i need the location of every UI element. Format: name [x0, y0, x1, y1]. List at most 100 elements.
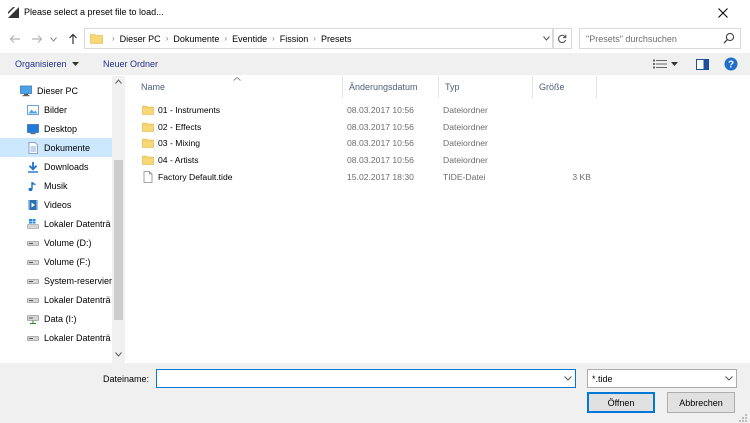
- file-row-02-effects[interactable]: 02 - Effects 08.03.2017 10:56 Dateiordner: [125, 119, 750, 135]
- app-icon: [7, 6, 20, 19]
- address-dropdown-button[interactable]: [540, 28, 554, 49]
- chevron-right-icon[interactable]: ›: [166, 34, 169, 43]
- sidebar-item-label: Lokaler Datenträ: [44, 332, 111, 343]
- chevron-down-icon: [49, 36, 57, 42]
- file-name: Factory Default.tide: [158, 171, 233, 182]
- search-box[interactable]: [579, 28, 741, 49]
- file-type: Dateiordner: [443, 155, 488, 166]
- change-view-button[interactable]: [648, 56, 682, 72]
- sidebar-item-system-reservier-10[interactable]: System-reservier: [0, 271, 112, 290]
- file-date: 15.02.2017 18:30: [347, 171, 414, 182]
- sidebar-scrollbar-thumb[interactable]: [114, 160, 123, 320]
- file-row-03-mixing[interactable]: 03 - Mixing 08.03.2017 10:56 Dateiordner: [125, 135, 750, 151]
- sidebar-item-data-i-12[interactable]: Data (I:): [0, 309, 112, 328]
- chevron-right-icon[interactable]: ›: [313, 34, 316, 43]
- back-button[interactable]: [6, 29, 24, 49]
- filename-input[interactable]: [157, 370, 557, 387]
- arrow-up-icon: [68, 33, 78, 45]
- help-button[interactable]: ?: [722, 56, 740, 72]
- filename-label: Dateiname:: [103, 374, 150, 384]
- file-type-select[interactable]: *.tide: [587, 369, 737, 388]
- sidebar-item-bilder[interactable]: Bilder: [0, 100, 112, 119]
- sidebar-item-label: Dieser PC: [37, 85, 79, 96]
- sidebar-scrollbar[interactable]: [112, 76, 125, 363]
- file-row-factory-default-tide[interactable]: Factory Default.tide 15.02.2017 18:30 TIDE…: [125, 169, 750, 185]
- caret-down-icon: [71, 62, 79, 66]
- column-header-type[interactable]: Typ: [439, 76, 533, 98]
- up-button[interactable]: [64, 29, 82, 49]
- close-button[interactable]: [700, 0, 746, 26]
- refresh-button[interactable]: [553, 28, 572, 49]
- column-header-date[interactable]: Änderungsdatum: [343, 76, 439, 98]
- sidebar-item-lokaler-datentra-7[interactable]: Lokaler Datenträ: [0, 214, 112, 233]
- sidebar-item-volume-d-8[interactable]: Volume (D:): [0, 233, 112, 252]
- download-icon: [27, 161, 39, 173]
- file-name: 01 - Instruments: [158, 105, 221, 115]
- sidebar-item-videos[interactable]: Videos: [0, 195, 112, 214]
- file-size: 3 KB: [572, 171, 591, 182]
- forward-button[interactable]: [28, 29, 46, 49]
- sidebar-item-label: Musik: [44, 180, 68, 191]
- file-list: Name Änderungsdatum Typ Größe 01 - Instr…: [125, 76, 750, 363]
- breadcrumb-item-presets[interactable]: Presets: [321, 34, 352, 44]
- sidebar-item-label: Downloads: [44, 161, 89, 172]
- breadcrumb-item-dieser-pc[interactable]: Dieser PC: [120, 34, 161, 44]
- file-name: 04 - Artists: [158, 155, 199, 166]
- sidebar-item-lokaler-datentra-11[interactable]: Lokaler Datenträ: [0, 290, 112, 309]
- open-button[interactable]: Öffnen: [587, 392, 655, 413]
- new-folder-button[interactable]: Neuer Ordner: [97, 53, 164, 75]
- file-date: 08.03.2017 10:56: [347, 138, 414, 149]
- cancel-button[interactable]: Abbrechen: [667, 392, 735, 413]
- file-row-01-instruments[interactable]: 01 - Instruments 08.03.2017 10:56 Dateiord…: [125, 102, 750, 118]
- scroll-down-icon[interactable]: [115, 352, 122, 357]
- sidebar-item-desktop[interactable]: Desktop: [0, 119, 112, 138]
- file-type: Dateiordner: [443, 138, 488, 149]
- resize-grip-icon[interactable]: [738, 413, 748, 423]
- column-header-size[interactable]: Größe: [533, 76, 597, 98]
- file-row-04-artists[interactable]: 04 - Artists 08.03.2017 10:56 Dateiordner: [125, 152, 750, 168]
- file-name: 03 - Mixing: [158, 138, 201, 149]
- file-size: [537, 102, 591, 118]
- folder-icon: [142, 121, 154, 133]
- chevron-right-icon[interactable]: ›: [272, 34, 275, 43]
- filename-combobox[interactable]: [156, 369, 576, 388]
- close-icon: [718, 8, 728, 18]
- sidebar-item-label: Desktop: [44, 123, 78, 134]
- sidebar-item-musik[interactable]: Musik: [0, 176, 112, 195]
- filename-dropdown-button[interactable]: [560, 370, 575, 387]
- details-view-icon: [652, 59, 667, 69]
- file-size: [537, 119, 591, 135]
- preview-pane-icon: [695, 58, 709, 70]
- breadcrumb-item-dokumente[interactable]: Dokumente: [173, 34, 219, 44]
- column-header-name[interactable]: Name: [135, 76, 343, 98]
- sidebar-item-downloads[interactable]: Downloads: [0, 157, 112, 176]
- file-date: 08.03.2017 10:56: [347, 105, 414, 115]
- address-bar[interactable]: › Dieser PC › Dokumente › Eventide › Fis…: [84, 28, 553, 49]
- sidebar-item-volume-f-9[interactable]: Volume (F:): [0, 252, 112, 271]
- sidebar-item-label: Dokumente: [44, 142, 91, 153]
- search-input[interactable]: [580, 29, 720, 48]
- organize-button[interactable]: Organisieren: [9, 53, 85, 75]
- sidebar-item-label: Lokaler Datenträ: [44, 218, 111, 229]
- navigation-bar: › Dieser PC › Dokumente › Eventide › Fis…: [0, 26, 750, 52]
- sidebar-item-lokaler-datentra-13[interactable]: Lokaler Datenträ: [0, 328, 112, 347]
- caret-down-icon: [670, 62, 678, 66]
- recent-locations-button[interactable]: [47, 29, 59, 49]
- organize-label: Organisieren: [15, 59, 67, 69]
- scroll-up-icon[interactable]: [115, 79, 122, 84]
- breadcrumb-item-fission[interactable]: Fission: [280, 34, 309, 44]
- search-icon[interactable]: [723, 32, 735, 44]
- folder-icon: [142, 154, 154, 166]
- chevron-right-icon[interactable]: ›: [224, 34, 227, 43]
- sidebar-item-dokumente[interactable]: Dokumente: [0, 138, 112, 157]
- sidebar-item-dieser-pc[interactable]: Dieser PC: [0, 81, 112, 100]
- pictures-icon: [27, 104, 39, 116]
- folder-icon: [142, 137, 154, 149]
- file-type-dropdown-button[interactable]: [721, 370, 736, 387]
- title-bar: Please select a preset file to load...: [0, 0, 750, 26]
- drive-icon: [27, 294, 39, 306]
- windows-drive-icon: [27, 218, 39, 230]
- file-name: 02 - Effects: [158, 121, 202, 132]
- breadcrumb-item-eventide[interactable]: Eventide: [232, 34, 267, 44]
- preview-pane-button[interactable]: [692, 56, 712, 72]
